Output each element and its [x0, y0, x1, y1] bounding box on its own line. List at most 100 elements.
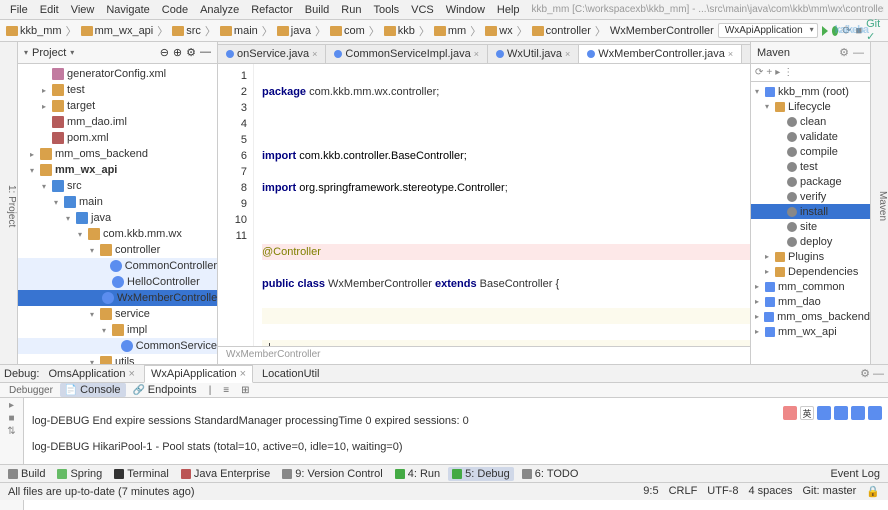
- run-tab[interactable]: 4: Run: [391, 467, 444, 481]
- project-tool-tab[interactable]: 1: Project: [0, 42, 18, 364]
- editor-tab[interactable]: onService.java×: [218, 44, 326, 63]
- tree-row[interactable]: WxMemberController: [18, 290, 217, 306]
- menu-navigate[interactable]: Navigate: [100, 2, 155, 18]
- editor-tab[interactable]: CommonServiceImpl.java×: [326, 44, 488, 63]
- gear-icon[interactable]: ⚙ —: [860, 367, 884, 380]
- chevron-down-icon[interactable]: ▾: [24, 48, 28, 57]
- maven-tree-row[interactable]: site: [751, 219, 870, 234]
- editor-tab[interactable]: WxMemberController.java×: [579, 44, 742, 64]
- toolbar-icon[interactable]: ⋮: [783, 67, 793, 78]
- gear-icon[interactable]: ⚙: [186, 46, 196, 59]
- menu-analyze[interactable]: Analyze: [194, 2, 245, 18]
- menu-tools[interactable]: Tools: [367, 2, 405, 18]
- breadcrumb[interactable]: kkb_mm: [4, 25, 64, 37]
- tree-row[interactable]: pom.xml: [18, 130, 217, 146]
- tree-row[interactable]: ▾main: [18, 194, 217, 210]
- menu-code[interactable]: Code: [156, 2, 194, 18]
- editor-breadcrumb[interactable]: WxMemberController: [218, 346, 750, 364]
- console-tab[interactable]: 📄 Console: [60, 383, 126, 397]
- toolbar-icon[interactable]: ≡: [218, 384, 234, 397]
- endpoints-tab[interactable]: 🔗 Endpoints: [128, 383, 202, 397]
- project-tree[interactable]: generatorConfig.xml▸test▸targetmm_dao.im…: [18, 64, 217, 364]
- maven-tree-row[interactable]: ▸mm_oms_backend: [751, 309, 870, 324]
- debug-tab[interactable]: WxApiApplication×: [144, 365, 253, 383]
- tree-row[interactable]: ▸mm_oms_backend: [18, 146, 217, 162]
- tree-row[interactable]: HelloController: [18, 274, 217, 290]
- maven-tree-row[interactable]: deploy: [751, 234, 870, 249]
- lock-icon[interactable]: 🔒: [866, 485, 880, 498]
- collapse-icon[interactable]: ⊖: [160, 46, 169, 59]
- maven-tree-row[interactable]: ▸mm_dao: [751, 294, 870, 309]
- editor-tab[interactable]: WxUtil.java×: [488, 44, 579, 63]
- tree-row[interactable]: ▾impl: [18, 322, 217, 338]
- toolbar-icon[interactable]: ⇅: [7, 426, 15, 437]
- todo-tab[interactable]: 6: TODO: [518, 467, 583, 481]
- toolbar-icon[interactable]: ■: [855, 25, 862, 37]
- refresh-icon[interactable]: ⟳: [755, 67, 763, 78]
- breadcrumb[interactable]: main: [218, 25, 260, 37]
- tree-row[interactable]: ▾utils: [18, 354, 217, 364]
- maven-tree-row[interactable]: ▸mm_common: [751, 279, 870, 294]
- run-icon[interactable]: [822, 26, 828, 36]
- git-icon[interactable]: Git ✓: [866, 18, 883, 43]
- maven-tree-row[interactable]: clean: [751, 114, 870, 129]
- menu-run[interactable]: Run: [335, 2, 367, 18]
- stop-icon[interactable]: ■: [8, 413, 14, 424]
- git-branch[interactable]: Git: master: [803, 485, 857, 498]
- tray-icon[interactable]: 英: [800, 406, 814, 420]
- tree-row[interactable]: ▾src: [18, 178, 217, 194]
- maven-tree-row[interactable]: test: [751, 159, 870, 174]
- breadcrumb[interactable]: java: [275, 25, 313, 37]
- maven-tree-row[interactable]: ▸Plugins: [751, 249, 870, 264]
- debugger-tab[interactable]: Debugger: [4, 384, 58, 397]
- tray-icon[interactable]: [817, 406, 831, 420]
- spring-tab[interactable]: Spring: [53, 467, 106, 481]
- maven-tree-row[interactable]: ▸mm_wx_api: [751, 324, 870, 339]
- breadcrumb[interactable]: com: [328, 25, 367, 37]
- hide-icon[interactable]: —: [200, 46, 211, 59]
- gear-icon[interactable]: ⚙: [839, 46, 849, 59]
- menu-refactor[interactable]: Refactor: [245, 2, 299, 18]
- terminal-tab[interactable]: Terminal: [110, 467, 173, 481]
- tree-row[interactable]: ▸target: [18, 98, 217, 114]
- menu-help[interactable]: Help: [491, 2, 526, 18]
- maven-tool-tab[interactable]: Maven: [870, 42, 888, 364]
- tree-row[interactable]: CommonController: [18, 258, 217, 274]
- menu-edit[interactable]: Edit: [34, 2, 65, 18]
- menu-file[interactable]: File: [4, 2, 34, 18]
- breadcrumb[interactable]: WxMemberController: [608, 25, 716, 37]
- maven-tree-row[interactable]: ▸Dependencies: [751, 264, 870, 279]
- toolbar-icon[interactable]: ⊞: [236, 384, 254, 397]
- tray-icon[interactable]: [851, 406, 865, 420]
- tray-icon[interactable]: [783, 406, 797, 420]
- vcs-tab[interactable]: 9: Version Control: [278, 467, 386, 481]
- tree-row[interactable]: ▾mm_wx_api: [18, 162, 217, 178]
- breadcrumb[interactable]: mm: [432, 25, 468, 37]
- tree-row[interactable]: mm_dao.iml: [18, 114, 217, 130]
- debug-icon[interactable]: [832, 26, 839, 36]
- tree-row[interactable]: CommonService: [18, 338, 217, 354]
- run-configuration-selector[interactable]: WxApiApplication: [718, 23, 818, 38]
- hide-icon[interactable]: —: [853, 47, 864, 59]
- toolbar-icon[interactable]: ⟳: [842, 24, 851, 37]
- maven-tree[interactable]: ▾kkb_mm (root)▾Lifecyclecleanvalidatecom…: [751, 82, 870, 364]
- javaee-tab[interactable]: Java Enterprise: [177, 467, 274, 481]
- indent[interactable]: 4 spaces: [748, 485, 792, 498]
- expand-icon[interactable]: ⊕: [173, 46, 182, 59]
- debug-tab[interactable]: OmsApplication×: [41, 365, 141, 383]
- breadcrumb[interactable]: kkb: [382, 25, 417, 37]
- maven-tree-row[interactable]: install: [751, 204, 870, 219]
- tray-icon[interactable]: [834, 406, 848, 420]
- build-tab[interactable]: Build: [4, 467, 49, 481]
- maven-tree-row[interactable]: ▾Lifecycle: [751, 99, 870, 114]
- menu-build[interactable]: Build: [299, 2, 335, 18]
- tray-icon[interactable]: [868, 406, 882, 420]
- menu-vcs[interactable]: VCS: [405, 2, 440, 18]
- plus-icon[interactable]: +: [766, 67, 772, 78]
- breadcrumb[interactable]: mm_wx_api: [79, 25, 156, 37]
- breadcrumb[interactable]: controller: [530, 25, 593, 37]
- rerun-icon[interactable]: ▸: [9, 400, 14, 411]
- breadcrumb[interactable]: wx: [483, 25, 514, 37]
- event-log-tab[interactable]: Event Log: [826, 467, 884, 481]
- editor-tab[interactable]: pom.xml (mm_wx_api)×: [742, 44, 750, 63]
